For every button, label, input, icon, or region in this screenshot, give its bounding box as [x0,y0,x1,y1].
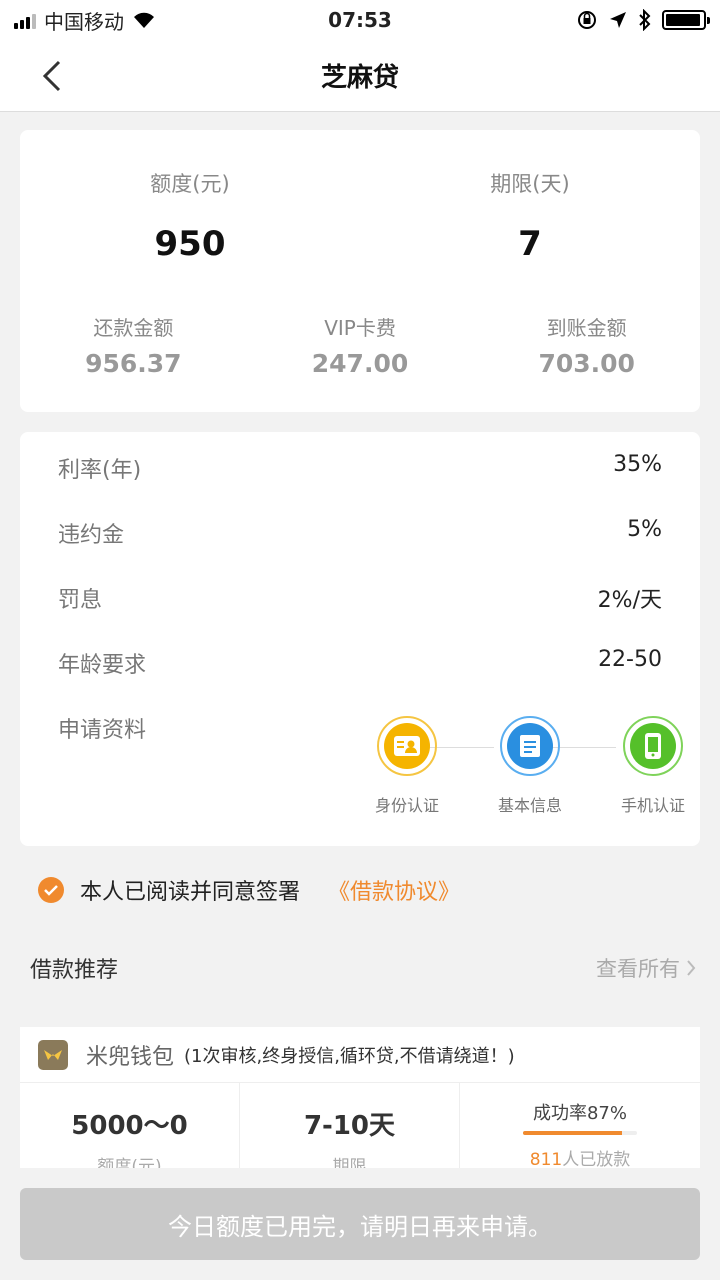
loan-agreement-link[interactable]: 《借款协议》 [328,874,460,906]
detail-row-rate: 利率(年) 35% [58,452,662,484]
detail-label: 违约金 [58,523,125,548]
success-rate-bar [523,1131,637,1135]
summary-bottom-row: 还款金额 956.37 VIP卡费 247.00 到账金额 703.00 [20,312,700,378]
carrier-name: 中国移动 [44,9,124,34]
repay-column: 还款金额 956.37 [20,312,247,378]
nav-bar: 芝麻贷 [0,40,720,112]
received-value: 703.00 [538,349,635,378]
recommend-header: 借款推荐 查看所有 [30,952,696,984]
materials-label: 申请资料 [58,718,147,743]
material-basic-info[interactable]: 基本信息 [475,716,585,816]
material-phone-auth[interactable]: 手机认证 [598,716,708,816]
detail-row-age: 年龄要求 22-50 [58,647,662,679]
repay-label: 还款金额 [93,316,174,340]
phone-icon [623,716,683,776]
bottom-bar: 今日额度已用完，请明日再来申请。 [0,1168,720,1280]
agreement-text: 本人已阅读并同意签署 [80,880,301,905]
vip-value: 247.00 [311,349,409,378]
amount-label: 额度(元) [150,172,230,196]
check-icon [44,885,58,896]
detail-label: 年龄要求 [58,653,147,678]
page-title: 芝麻贷 [320,63,399,93]
amount-value: 950 [154,224,226,264]
detail-value: 35% [613,452,662,477]
material-label: 手机认证 [620,796,685,815]
received-label: 到账金额 [546,316,627,340]
recommend-card-header: 米兜钱包 (1次审核,终身授信,循环贷,不借请绕道！) [20,1027,700,1083]
product-amount: 5000～0 [71,1111,188,1141]
id-card-icon [377,716,437,776]
received-column: 到账金额 703.00 [473,312,700,378]
vip-label: VIP卡费 [324,316,396,340]
back-button[interactable] [30,54,74,98]
view-all-link[interactable]: 查看所有 [596,953,696,983]
view-all-label: 查看所有 [596,957,680,981]
wifi-icon [134,12,154,28]
chevron-right-icon [687,960,696,976]
loaned-count: 811人已放款 [460,1145,700,1170]
loan-summary-card: 额度(元) 950 期限(天) 7 还款金额 956.37 VIP卡费 247.… [20,130,700,412]
detail-label: 利率(年) [58,458,142,483]
term-label: 期限(天) [490,172,570,196]
material-label: 身份认证 [374,796,439,815]
battery-icon [662,10,710,30]
vip-column: VIP卡费 247.00 [247,312,474,378]
detail-value: 22-50 [598,647,662,672]
material-id-auth[interactable]: 身份认证 [352,716,462,816]
detail-value: 5% [627,517,662,542]
document-icon [500,716,560,776]
success-rate-text: 成功率87% [532,1103,627,1124]
status-bar-left: 中国移动 [14,6,156,35]
amount-column: 额度(元) 950 [20,168,360,264]
battery-fill [666,14,701,26]
loaned-text: 人已放款 [562,1150,631,1170]
product-description: (1次审核,终身授信,循环贷,不借请绕道！) [184,1045,515,1067]
product-logo [38,1039,68,1070]
detail-row-late-interest: 罚息 2%/天 [58,582,662,614]
detail-value: 2%/天 [597,588,662,613]
term-value: 7 [518,224,542,264]
orientation-lock-icon [578,11,596,29]
signal-icon [14,11,36,29]
loaned-number: 811 [529,1150,563,1170]
detail-label: 罚息 [58,588,103,613]
recommend-title: 借款推荐 [30,958,119,983]
bluetooth-icon [639,9,651,31]
term-column: 期限(天) 7 [360,168,700,264]
summary-top-row: 额度(元) 950 期限(天) 7 [20,168,700,264]
recommend-card[interactable]: 米兜钱包 (1次审核,终身授信,循环贷,不借请绕道！) 5000～0 额度(元)… [20,1027,700,1187]
material-label: 基本信息 [497,796,562,815]
product-term: 7-10天 [303,1111,396,1141]
agree-checkbox[interactable] [38,877,64,903]
product-name: 米兜钱包 [86,1044,175,1070]
agreement-row: 本人已阅读并同意签署 《借款协议》 [38,874,460,906]
chevron-left-icon [42,60,61,92]
status-bar: 中国移动 07:53 [0,0,720,40]
success-rate-fill [523,1131,623,1135]
loan-detail-card: 利率(年) 35% 违约金 5% 罚息 2%/天 年龄要求 22-50 申请资料 [20,432,700,846]
status-bar-right [576,9,710,31]
repay-value: 956.37 [85,349,182,378]
materials-steps: 身份认证 基本信息 手机认证 [340,716,685,826]
apply-button[interactable]: 今日额度已用完，请明日再来申请。 [20,1188,700,1260]
location-arrow-icon [610,12,626,28]
detail-row-penalty: 违约金 5% [58,517,662,549]
